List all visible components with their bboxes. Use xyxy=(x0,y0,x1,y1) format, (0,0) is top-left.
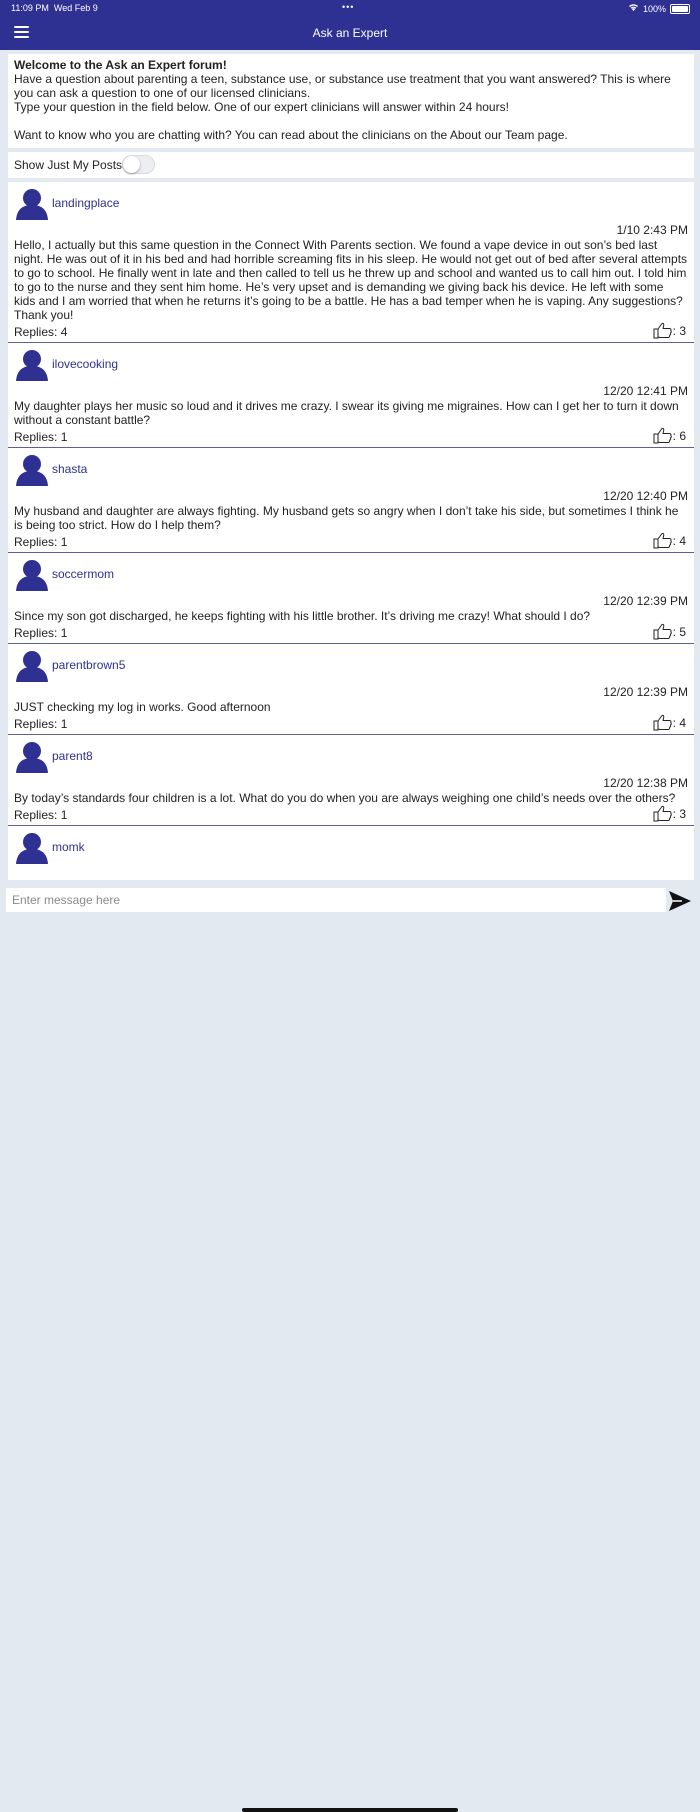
multitasking-dots[interactable]: ••• xyxy=(342,2,354,12)
post-username[interactable]: ilovecooking xyxy=(52,357,118,371)
post-username[interactable]: soccermom xyxy=(52,567,114,581)
post-timestamp: 12/20 12:41 PM xyxy=(603,384,688,398)
post-username[interactable]: shasta xyxy=(52,462,87,476)
welcome-intro: Have a question about parenting a teen, … xyxy=(14,72,671,100)
thumbs-up-icon xyxy=(653,805,672,822)
post-replies-count[interactable]: Replies: 1 xyxy=(14,808,67,822)
avatar xyxy=(16,188,48,220)
message-input[interactable] xyxy=(6,888,666,912)
like-button[interactable]: : 3 xyxy=(653,805,686,822)
show-my-posts-label: Show Just My Posts xyxy=(14,158,123,172)
post-like-count: : 3 xyxy=(672,806,686,821)
post-username[interactable]: landingplace xyxy=(52,196,119,210)
post-body: Since my son got discharged, he keeps fi… xyxy=(14,609,591,623)
send-icon[interactable] xyxy=(668,890,692,912)
welcome-heading: Welcome to the Ask an Expert forum! xyxy=(14,58,227,72)
post-like-count: : 6 xyxy=(672,428,686,443)
avatar xyxy=(16,650,48,682)
message-composer xyxy=(0,884,700,1812)
post-item[interactable]: ilovecooking 12/20 12:41 PM My daughter pl… xyxy=(8,343,694,448)
thumbs-up-icon xyxy=(653,322,672,339)
welcome-instructions: Type your question in the field below. O… xyxy=(14,100,509,114)
post-body: JUST checking my log in works. Good afte… xyxy=(14,700,271,714)
avatar xyxy=(16,454,48,486)
welcome-panel: Welcome to the Ask an Expert forum! Have… xyxy=(8,54,694,148)
wifi-icon xyxy=(628,3,639,14)
post-timestamp: 12/20 12:39 PM xyxy=(603,594,688,608)
like-button[interactable]: : 5 xyxy=(653,623,686,640)
toggle-knob xyxy=(123,156,140,173)
like-button[interactable]: : 6 xyxy=(653,427,686,444)
post-timestamp: 1/10 2:43 PM xyxy=(616,223,688,237)
home-indicator xyxy=(242,1808,458,1812)
post-replies-count[interactable]: Replies: 1 xyxy=(14,535,67,549)
avatar xyxy=(16,741,48,773)
status-time: 11:09 PM Wed Feb 9 xyxy=(11,3,98,13)
post-like-count: : 3 xyxy=(672,323,686,338)
like-button[interactable]: : 4 xyxy=(653,532,686,549)
post-item[interactable]: soccermom 12/20 12:39 PM Since my son got … xyxy=(8,553,694,644)
post-item[interactable]: parent8 12/20 12:38 PM By today’s standard… xyxy=(8,735,694,826)
post-username[interactable]: parentbrown5 xyxy=(52,658,125,672)
post-replies-count[interactable]: Replies: 4 xyxy=(14,325,67,339)
nav-bar: Ask an Expert xyxy=(0,16,700,50)
thumbs-up-icon xyxy=(653,532,672,549)
status-bar: 11:09 PM Wed Feb 9 ••• 100% xyxy=(0,0,700,16)
post-body: Hello, I actually but this same question… xyxy=(14,238,688,322)
welcome-team-note: Want to know who you are chatting with? … xyxy=(14,128,568,142)
post-username[interactable]: momk xyxy=(52,840,85,854)
like-button[interactable]: : 4 xyxy=(653,714,686,731)
post-username[interactable]: parent8 xyxy=(52,749,93,763)
post-like-count: : 5 xyxy=(672,624,686,639)
avatar xyxy=(16,559,48,591)
post-replies-count[interactable]: Replies: 1 xyxy=(14,430,67,444)
post-timestamp: 12/20 12:38 PM xyxy=(603,776,688,790)
post-timestamp: 12/20 12:40 PM xyxy=(603,489,688,503)
thumbs-up-icon xyxy=(653,427,672,444)
battery-percent: 100% xyxy=(642,3,666,14)
battery-icon xyxy=(670,3,690,14)
post-item[interactable]: momk xyxy=(8,826,694,866)
thumbs-up-icon xyxy=(653,714,672,731)
show-my-posts-toggle[interactable] xyxy=(122,155,155,174)
post-item[interactable]: shasta 12/20 12:40 PM My husband and daugh… xyxy=(8,448,694,553)
post-like-count: : 4 xyxy=(672,533,686,548)
post-body: My husband and daughter are always fight… xyxy=(14,504,679,532)
avatar xyxy=(16,349,48,381)
post-like-count: : 4 xyxy=(672,715,686,730)
post-replies-count[interactable]: Replies: 1 xyxy=(14,717,67,731)
post-body: By today’s standards four children is a … xyxy=(14,791,676,805)
filter-bar: Show Just My Posts xyxy=(8,152,694,178)
avatar xyxy=(16,832,48,864)
post-timestamp: 12/20 12:39 PM xyxy=(603,685,688,699)
like-button[interactable]: : 3 xyxy=(653,322,686,339)
post-replies-count[interactable]: Replies: 1 xyxy=(14,626,67,640)
post-body: My daughter plays her music so loud and … xyxy=(14,399,679,427)
thumbs-up-icon xyxy=(653,623,672,640)
status-right: 100% xyxy=(628,3,690,14)
post-item[interactable]: landingplace 1/10 2:43 PM Hello, I actuall… xyxy=(8,182,694,343)
post-feed[interactable]: landingplace 1/10 2:43 PM Hello, I actuall… xyxy=(8,182,694,880)
page-title: Ask an Expert xyxy=(312,26,388,40)
post-item[interactable]: parentbrown5 12/20 12:39 PM JUST checking … xyxy=(8,644,694,735)
